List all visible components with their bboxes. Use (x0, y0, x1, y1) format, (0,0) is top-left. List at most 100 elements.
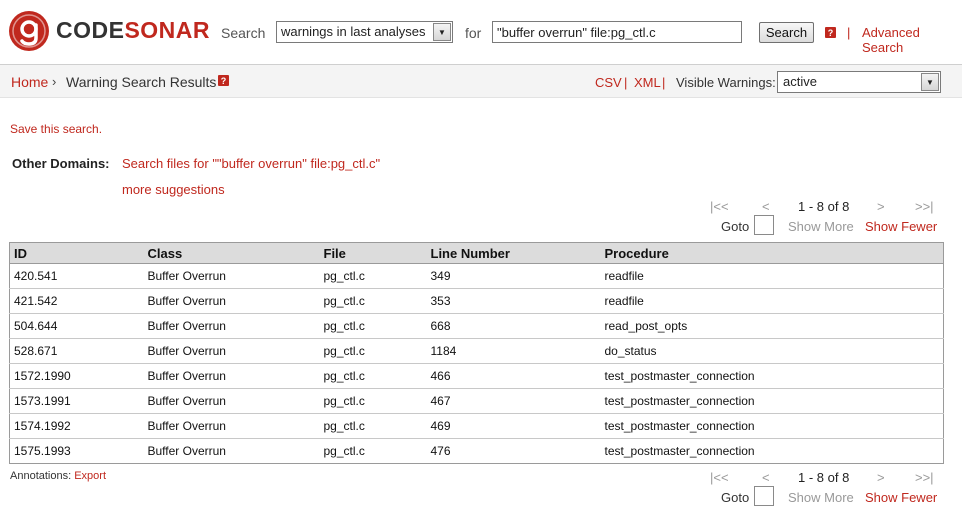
procedure-cell[interactable]: readfile (600, 288, 944, 314)
line-number-cell[interactable]: 467 (426, 388, 601, 414)
first-page-link[interactable]: |<< (710, 470, 729, 485)
file-cell[interactable]: pg_ctl.c (319, 363, 427, 389)
warning-id-cell[interactable]: 1574.1992 (9, 413, 144, 439)
table-row[interactable]: 1572.1990 Buffer Overrun pg_ctl.c 466 test_p… (9, 363, 944, 389)
column-header-procedure[interactable]: Procedure (600, 242, 944, 264)
show-fewer-link[interactable]: Show Fewer (865, 219, 937, 234)
toolbar-separator: | (624, 75, 628, 90)
file-cell[interactable]: pg_ctl.c (319, 413, 427, 439)
table-row[interactable]: 420.541 Buffer Overrun pg_ctl.c 349 readfile (9, 263, 944, 289)
procedure-cell[interactable]: do_status (600, 338, 944, 364)
search-query-input[interactable] (492, 21, 742, 43)
procedure-cell[interactable]: test_postmaster_connection (600, 363, 944, 389)
visible-warnings-value: active (783, 74, 817, 89)
pager-bottom: |<< < 1 - 8 of 8 > >>| Goto Show More Sh… (700, 470, 950, 514)
save-search-link[interactable]: Save this search. (10, 122, 102, 136)
next-page-link[interactable]: > (877, 470, 885, 485)
page-title: Warning Search Results (66, 74, 217, 90)
search-scope-select[interactable]: warnings in last analyses ▼ (276, 21, 453, 43)
prev-page-link[interactable]: < (762, 199, 770, 214)
prev-page-link[interactable]: < (762, 470, 770, 485)
file-cell[interactable]: pg_ctl.c (320, 439, 427, 464)
top-header: CODESONAR Search warnings in last analys… (0, 0, 962, 64)
file-cell[interactable]: pg_ctl.c (319, 288, 427, 314)
show-fewer-link[interactable]: Show Fewer (865, 490, 937, 505)
search-files-link[interactable]: Search files for ""buffer overrun" file:… (122, 156, 380, 171)
advanced-search-link[interactable]: Advanced Search (862, 25, 962, 55)
warning-id-cell[interactable]: 421.542 (9, 288, 144, 314)
procedure-cell[interactable]: readfile (600, 263, 944, 289)
csv-export-link[interactable]: CSV (595, 75, 622, 90)
column-header-id[interactable]: ID (9, 242, 144, 264)
for-label: for (465, 25, 482, 41)
warning-id-cell[interactable]: 504.644 (9, 313, 144, 339)
file-cell[interactable]: pg_ctl.c (319, 388, 427, 414)
help-icon[interactable]: ? (825, 27, 836, 38)
search-scope-value: warnings in last analyses (281, 24, 426, 39)
class-cell[interactable]: Buffer Overrun (143, 388, 320, 414)
procedure-cell[interactable]: test_postmaster_connection (600, 388, 944, 414)
goto-input[interactable] (754, 486, 774, 506)
breadcrumb-home-link[interactable]: Home (11, 74, 48, 90)
table-row[interactable]: 1573.1991 Buffer Overrun pg_ctl.c 467 test_p… (9, 388, 944, 414)
file-cell[interactable]: pg_ctl.c (319, 338, 427, 364)
line-number-cell[interactable]: 1184 (426, 338, 601, 364)
dropdown-arrow-icon[interactable]: ▼ (433, 23, 451, 41)
warning-id-cell[interactable]: 528.671 (9, 338, 144, 364)
class-cell[interactable]: Buffer Overrun (143, 263, 320, 289)
visible-warnings-select[interactable]: active ▼ (777, 71, 941, 93)
line-number-cell[interactable]: 349 (426, 263, 601, 289)
warning-id-cell[interactable]: 1572.1990 (9, 363, 144, 389)
warning-id-cell[interactable]: 1573.1991 (9, 388, 144, 414)
table-row[interactable]: 528.671 Buffer Overrun pg_ctl.c 1184 do_stat… (9, 338, 944, 364)
line-number-cell[interactable]: 466 (426, 363, 601, 389)
first-page-link[interactable]: |<< (710, 199, 729, 214)
class-cell[interactable]: Buffer Overrun (143, 338, 320, 364)
last-page-link[interactable]: >>| (915, 470, 934, 485)
table-row[interactable]: 1575.1993 Buffer Overrun pg_ctl.c 476 test_p… (10, 439, 944, 464)
class-cell[interactable]: Buffer Overrun (143, 313, 320, 339)
goto-label: Goto (721, 219, 750, 234)
table-header-row: ID Class File Line Number Procedure (9, 242, 944, 264)
line-number-cell[interactable]: 476 (427, 439, 601, 464)
logo-text-part1: CODE (56, 17, 125, 43)
dropdown-arrow-icon[interactable]: ▼ (921, 73, 939, 91)
class-cell[interactable]: Buffer Overrun (144, 439, 320, 464)
breadcrumb-separator: › (52, 74, 57, 89)
goto-input[interactable] (754, 215, 774, 235)
column-header-file[interactable]: File (319, 242, 427, 264)
line-number-cell[interactable]: 353 (426, 288, 601, 314)
codesonar-logo-icon[interactable] (8, 10, 50, 52)
procedure-cell[interactable]: test_postmaster_connection (601, 439, 944, 464)
warning-id-cell[interactable]: 420.541 (9, 263, 144, 289)
column-header-class[interactable]: Class (143, 242, 320, 264)
other-domains-label: Other Domains: (12, 156, 110, 171)
page-range: 1 - 8 of 8 (798, 470, 850, 485)
line-number-cell[interactable]: 668 (426, 313, 601, 339)
class-cell[interactable]: Buffer Overrun (143, 363, 320, 389)
file-cell[interactable]: pg_ctl.c (319, 263, 427, 289)
table-row[interactable]: 421.542 Buffer Overrun pg_ctl.c 353 readfile (9, 288, 944, 314)
codesonar-logo-text[interactable]: CODESONAR (56, 17, 210, 44)
procedure-cell[interactable]: test_postmaster_connection (600, 413, 944, 439)
table-row[interactable]: 504.644 Buffer Overrun pg_ctl.c 668 read_pos… (9, 313, 944, 339)
logo-text-part2: SONAR (124, 17, 211, 43)
class-cell[interactable]: Buffer Overrun (143, 288, 320, 314)
page-range: 1 - 8 of 8 (798, 199, 850, 214)
help-icon[interactable]: ? (218, 75, 229, 86)
procedure-cell[interactable]: read_post_opts (600, 313, 944, 339)
file-cell[interactable]: pg_ctl.c (319, 313, 427, 339)
class-cell[interactable]: Buffer Overrun (143, 413, 320, 439)
table-row[interactable]: 1574.1992 Buffer Overrun pg_ctl.c 469 test_p… (9, 413, 944, 439)
show-more-link[interactable]: Show More (788, 490, 854, 505)
warning-id-cell[interactable]: 1575.1993 (10, 439, 144, 464)
more-suggestions-link[interactable]: more suggestions (122, 182, 225, 197)
xml-export-link[interactable]: XML (634, 75, 661, 90)
show-more-link[interactable]: Show More (788, 219, 854, 234)
export-link[interactable]: Export (74, 470, 106, 482)
next-page-link[interactable]: > (877, 199, 885, 214)
last-page-link[interactable]: >>| (915, 199, 934, 214)
search-button[interactable]: Search (759, 22, 814, 43)
line-number-cell[interactable]: 469 (426, 413, 601, 439)
column-header-line-number[interactable]: Line Number (426, 242, 601, 264)
